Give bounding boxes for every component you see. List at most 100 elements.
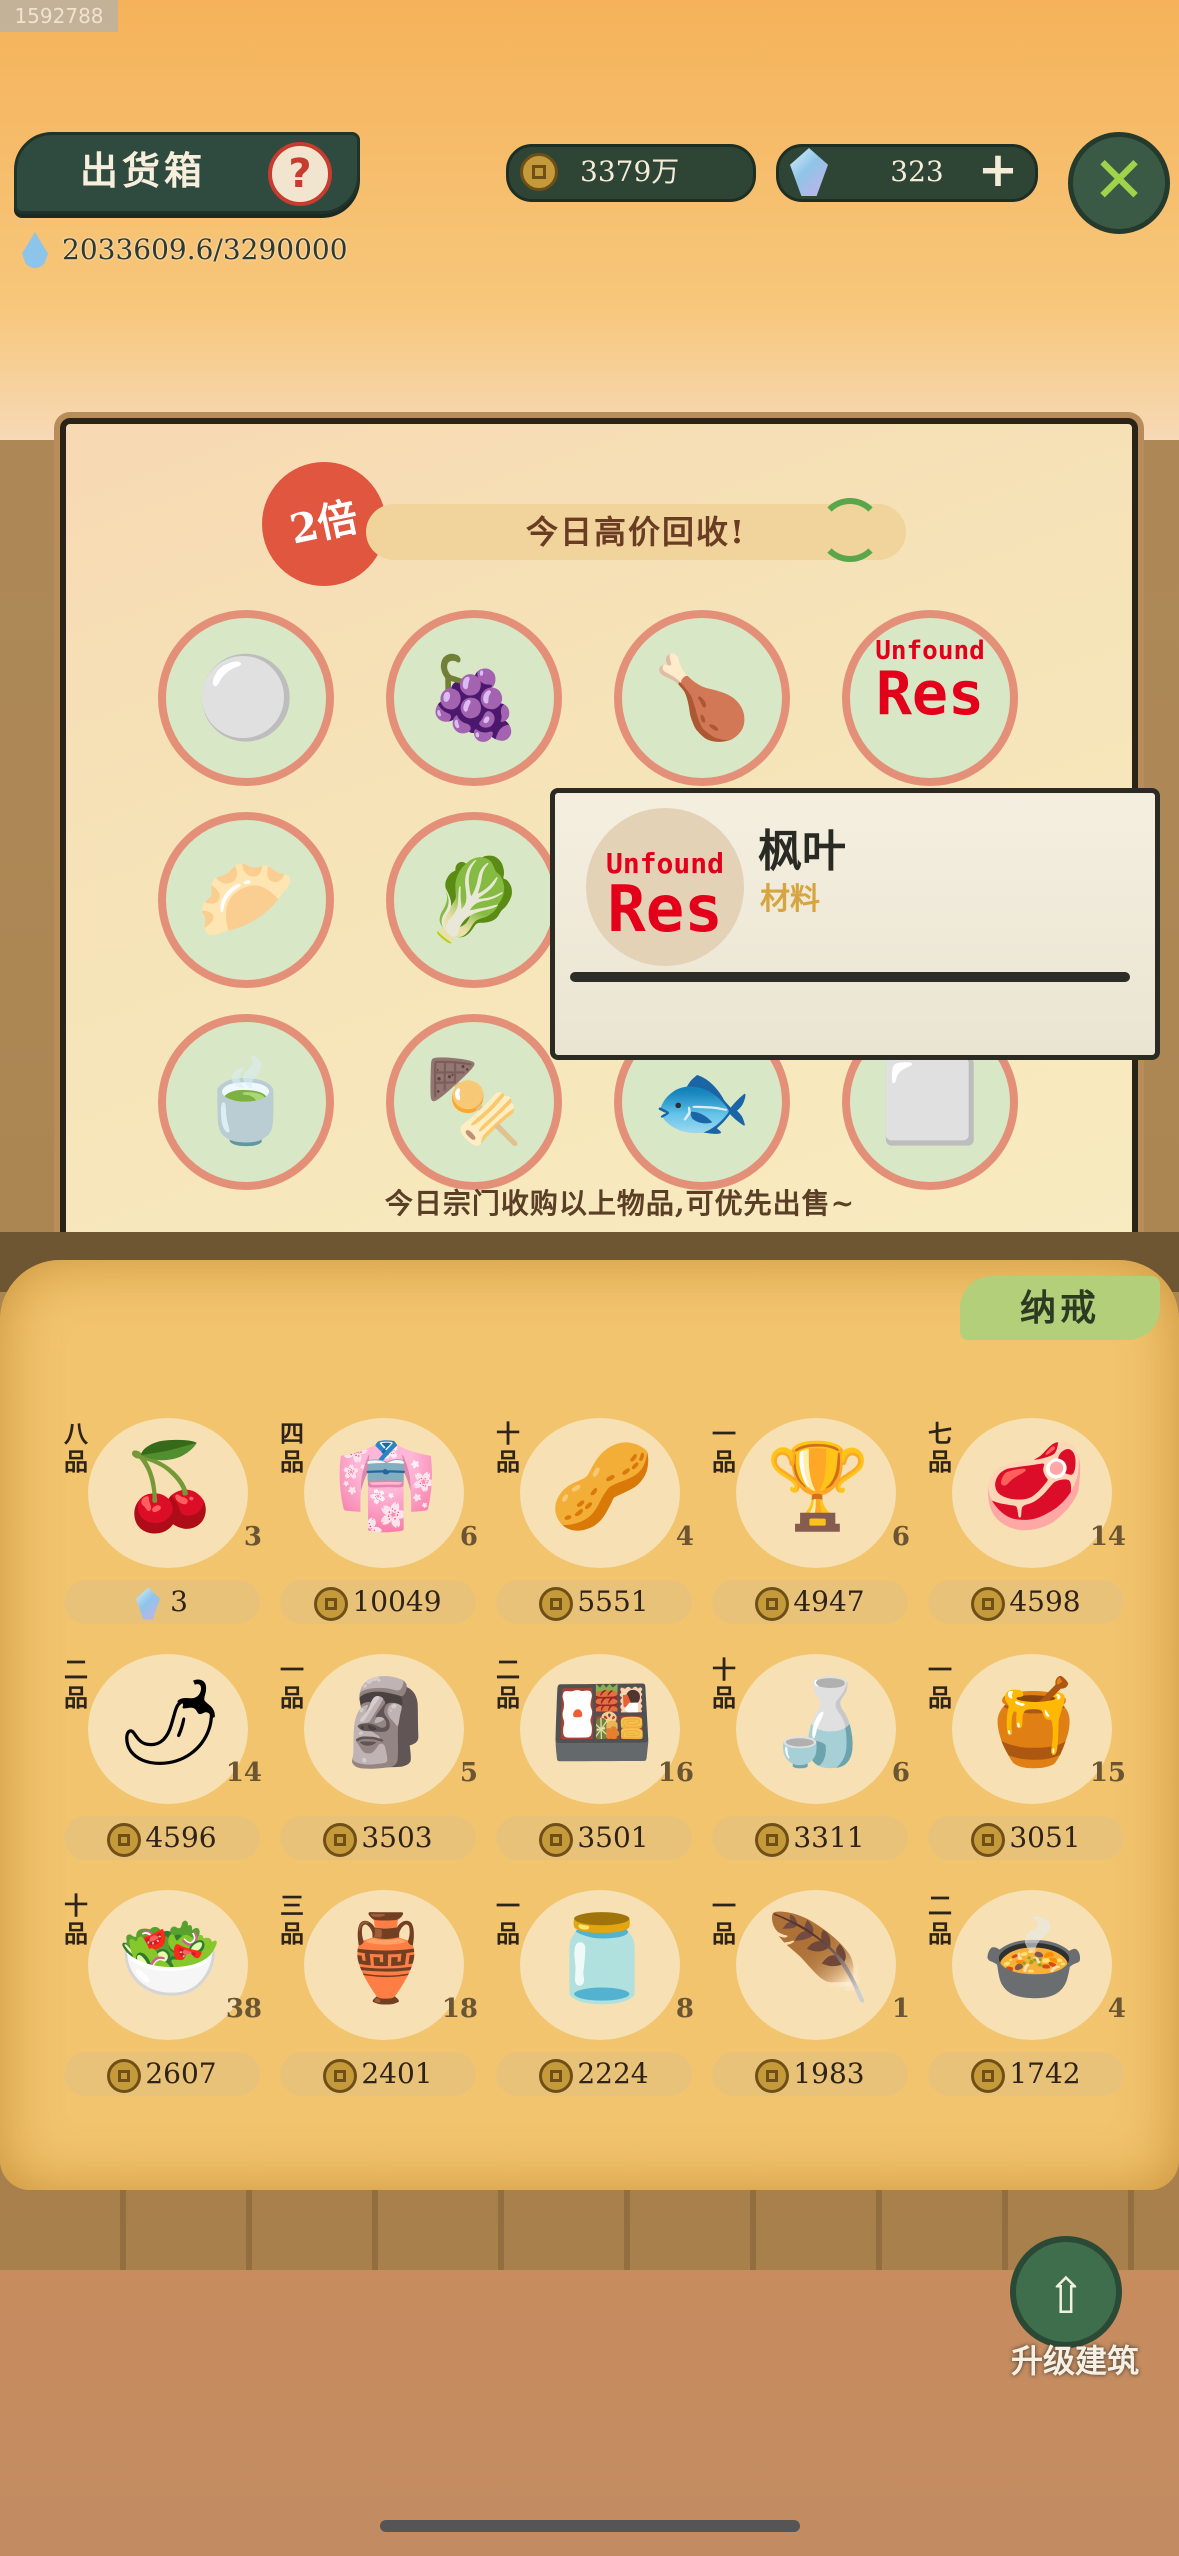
item-quantity: 15 [1089,1758,1126,1788]
inventory-slot[interactable]: 二品 🍱 16 3501 [490,1644,702,1880]
price-value: 3051 [1009,1821,1081,1854]
clay-pot-icon: 🍯 [981,1673,1087,1771]
buyback-item[interactable]: 🍇 [386,610,562,786]
inventory-slot[interactable]: 一品 🪶 1 1983 [706,1880,918,2116]
page-title: 出货箱 [80,148,207,193]
chili-dish-icon: 🌶 [116,1673,224,1771]
refresh-icon[interactable] [818,498,882,562]
item-grade: 一品 [712,1419,736,1476]
coin-icon [755,2058,790,2093]
build-id-label: 1592788 [0,0,118,32]
feather-icon: 🪶 [765,1909,871,2007]
item-price: 5551 [496,1580,692,1624]
tooltip-item-type: 材料 [760,882,820,917]
item-quantity: 38 [225,1994,262,2024]
coin-icon [755,1586,790,1621]
item-grade: 十品 [64,1891,88,1948]
inventory-slot[interactable]: 四品 👘 6 10049 [274,1408,486,1644]
upgrade-building-button[interactable]: ⇧ [1010,2236,1122,2348]
item-grade: 十品 [496,1419,520,1476]
buyback-item[interactable]: 🍵 [158,1014,334,1190]
red-berries-icon: 🍒 [117,1437,223,1535]
res-text: Res [607,873,723,947]
price-value: 2607 [145,2057,217,2090]
gourd-icon: 🍶 [765,1673,871,1771]
tab-storage-ring[interactable]: 纳戒 [960,1276,1160,1340]
inventory-slot[interactable]: 十品 🥜 4 5551 [490,1408,702,1644]
inventory-slot[interactable]: 一品 🗿 5 3503 [274,1644,486,1880]
price-value: 1742 [1009,2057,1081,2090]
buyback-item[interactable]: ⚪ [158,610,334,786]
buyback-item[interactable]: 🥟 [158,812,334,988]
coin-icon [539,2058,574,2093]
dried-meat-icon: 🥩 [981,1437,1087,1535]
item-quantity: 4 [1107,1994,1126,2024]
item-quantity: 6 [891,1758,910,1788]
inventory-slot[interactable]: 一品 🫙 8 2224 [490,1880,702,2116]
dumpling-plate-icon: 🥟 [196,853,296,946]
water-capacity: 2033609.6/3290000 [62,233,348,266]
tooltip-divider [570,972,1130,982]
inventory-slot[interactable]: 三品 🏺 18 2401 [274,1880,486,2116]
inventory-slot[interactable]: 二品 🌶 14 4596 [58,1644,270,1880]
help-button[interactable]: ? [268,142,332,206]
herb-plate-icon: 🥗 [117,1909,223,2007]
item-quantity: 16 [657,1758,694,1788]
inventory-slot[interactable]: 一品 🏆 6 4947 [706,1408,918,1644]
item-quantity: 5 [459,1758,478,1788]
vase-icon: 🏺 [333,1909,439,2007]
item-grade: 四品 [280,1419,304,1476]
inventory-slot[interactable]: 七品 🥩 14 4598 [922,1408,1134,1644]
close-button[interactable]: ✕ [1068,132,1170,234]
item-quantity: 18 [441,1994,478,2024]
tea-cup-icon: 🍵 [196,1055,296,1148]
robe-icon: 👘 [333,1437,439,1535]
coin-icon [971,2058,1006,2093]
inventory-slot[interactable]: 八品 🍒 3 3 [58,1408,270,1644]
price-value: 5551 [577,1585,649,1618]
inventory-slot[interactable]: 十品 🥗 38 2607 [58,1880,270,2116]
home-indicator [380,2520,800,2532]
soup-pot-icon: 🍲 [981,1909,1087,2007]
item-price: 1983 [712,2052,908,2096]
item-grade: 一品 [280,1655,304,1712]
item-grade: 八品 [64,1419,88,1476]
fish-fillet-icon: 🐟 [652,1055,752,1148]
item-quantity: 6 [891,1522,910,1552]
res-text: Res [875,659,985,729]
price-value: 2401 [361,2057,433,2090]
coin-icon [971,1586,1006,1621]
unfound-res-icon: Unfound Res [870,638,990,758]
price-value: 3501 [577,1821,649,1854]
item-grade: 七品 [928,1419,952,1476]
inventory-slot[interactable]: 十品 🍶 6 3311 [706,1644,918,1880]
item-grade: 十品 [712,1655,736,1712]
item-quantity: 6 [459,1522,478,1552]
coin-value: 3379万 [580,155,680,188]
wine-jar-icon: 🫙 [549,1909,655,2007]
item-price: 3311 [712,1816,908,1860]
inventory-slot[interactable]: 一品 🍯 15 3051 [922,1644,1134,1880]
coin-icon [107,2058,142,2093]
item-grade: 二品 [64,1655,88,1712]
price-value: 3311 [793,1821,865,1854]
item-price: 3 [64,1580,260,1624]
nuts-leaf-icon: 🥜 [549,1437,655,1535]
buyback-item[interactable]: 🥬 [386,812,562,988]
buyback-item[interactable]: 🍢 [386,1014,562,1190]
coin-icon [539,1586,574,1621]
jade-treasure-icon: 🏆 [765,1437,871,1535]
price-value: 4598 [1009,1585,1081,1618]
inventory-slot[interactable]: 二品 🍲 4 1742 [922,1880,1134,2116]
item-grade: 三品 [280,1891,304,1948]
item-grade: 二品 [496,1655,520,1712]
coin-icon [107,1822,142,1857]
buyback-item[interactable]: Unfound Res [842,610,1018,786]
add-gems-button[interactable]: + [972,146,1024,198]
price-value: 2224 [577,2057,649,2090]
gem-value: 323 [890,155,944,188]
coin-icon [314,1586,349,1621]
buyback-item[interactable]: 🍗 [614,610,790,786]
price-value: 1983 [793,2057,865,2090]
item-quantity: 14 [1089,1522,1126,1552]
